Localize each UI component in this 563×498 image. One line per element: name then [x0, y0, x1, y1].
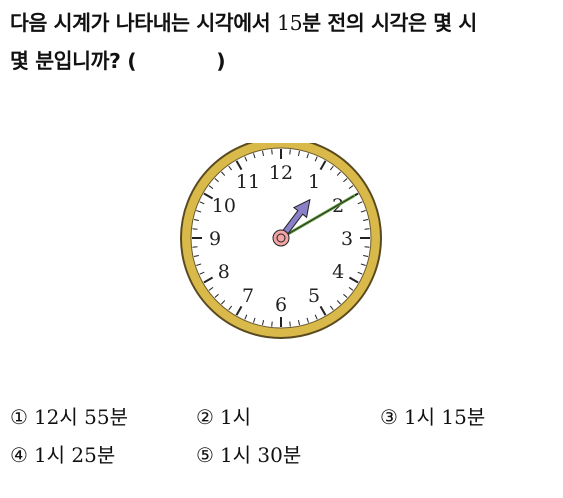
choice-text: 1시	[219, 405, 252, 429]
choice-5[interactable]: ⑤ 1시 30분	[196, 436, 301, 474]
choice-mark: ③	[380, 405, 398, 429]
clock-number: 10	[212, 195, 236, 217]
choice-text: 1시 30분	[219, 443, 302, 467]
choice-mark: ④	[10, 443, 28, 467]
clock-face: 121234567891011	[180, 143, 382, 339]
choice-3[interactable]: ③ 1시 15분	[380, 398, 485, 436]
question-number: 15	[276, 11, 303, 35]
clock-number: 11	[236, 171, 260, 193]
question-text: 다음 시계가 나타내는 시각에서 15분 전의 시각은 몇 시 몇 분입니까? …	[10, 4, 550, 80]
choice-text: 12시 55분	[33, 405, 128, 429]
question-part3: 몇 분입니까? (	[10, 49, 137, 73]
clock-number: 1	[308, 171, 320, 193]
choice-2[interactable]: ② 1시	[196, 398, 251, 436]
clock-number: 4	[332, 261, 344, 283]
analog-clock: 121234567891011	[176, 143, 386, 353]
choice-mark: ①	[10, 405, 28, 429]
minute-tick	[192, 228, 198, 230]
choice-text: 1시 25분	[33, 443, 116, 467]
choice-4[interactable]: ④ 1시 25분	[10, 436, 115, 474]
center-pin	[272, 229, 290, 247]
clock-number: 7	[242, 285, 254, 307]
minute-tick	[192, 246, 198, 248]
minute-tick	[271, 321, 273, 327]
minute-tick	[364, 246, 370, 248]
clock-number: 6	[275, 294, 287, 316]
question-part1: 다음 시계가 나타내는 시각에서	[10, 11, 277, 35]
minute-tick	[289, 149, 291, 155]
clock-number: 3	[341, 228, 353, 250]
choice-text: 1시 15분	[403, 405, 486, 429]
choice-row: ④ 1시 25분 ⑤ 1시 30분	[10, 436, 550, 474]
question-part4: )	[216, 49, 226, 73]
choice-mark: ②	[196, 405, 214, 429]
clock-number: 9	[209, 228, 221, 250]
minute-tick	[289, 321, 291, 327]
minute-tick	[271, 149, 273, 155]
choice-row: ① 12시 55분 ② 1시 ③ 1시 15분	[10, 398, 550, 436]
minute-tick	[364, 228, 370, 230]
answer-choices: ① 12시 55분 ② 1시 ③ 1시 15분 ④ 1시 25분 ⑤ 1시 30분	[10, 398, 550, 474]
clock-number: 5	[308, 285, 320, 307]
question-part2: 분 전의 시각은 몇 시	[302, 11, 477, 35]
clock-number: 12	[269, 162, 293, 184]
choice-1[interactable]: ① 12시 55분	[10, 398, 128, 436]
clock-number: 8	[218, 261, 230, 283]
choice-mark: ⑤	[196, 443, 214, 467]
